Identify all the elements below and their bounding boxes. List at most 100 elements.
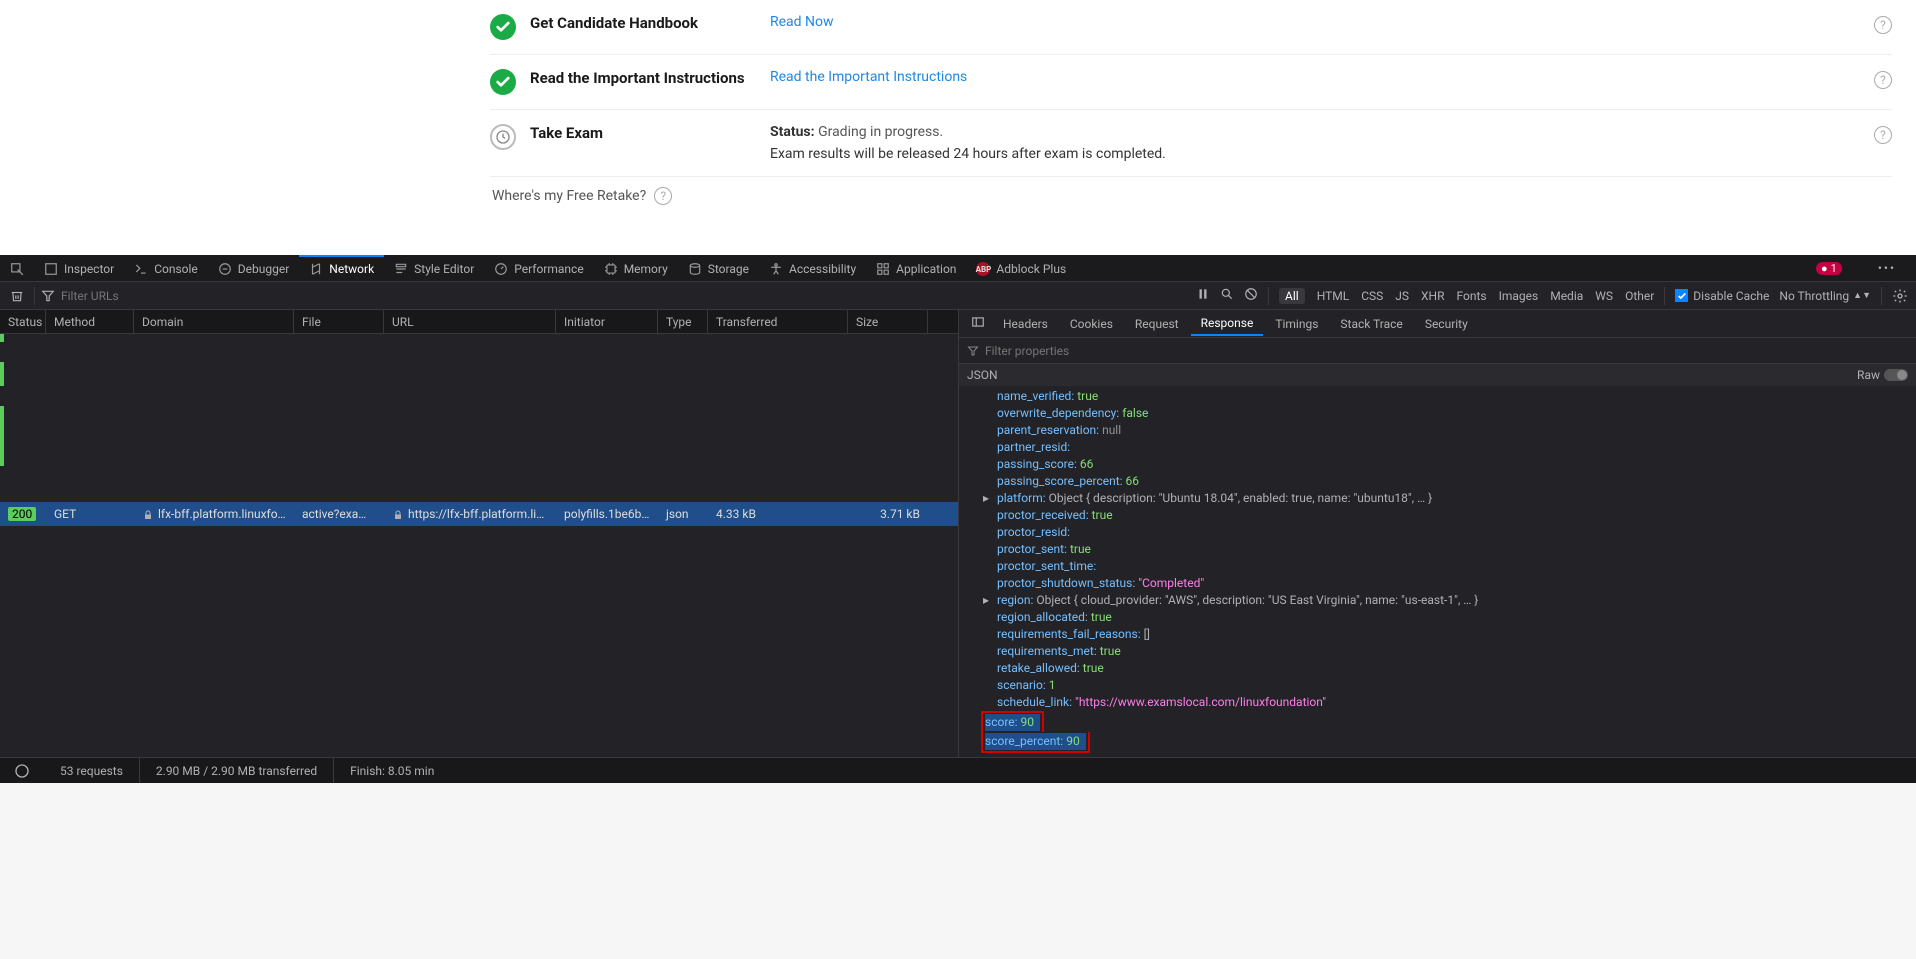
col-domain[interactable]: Domain	[134, 310, 294, 333]
filter-type-media[interactable]: Media	[1550, 289, 1583, 303]
status-value: Grading in progress.	[818, 124, 943, 140]
json-line-score_percent[interactable]: score_percent: 90	[983, 732, 1916, 753]
col-type[interactable]: Type	[658, 310, 708, 333]
col-file[interactable]: File	[294, 310, 384, 333]
tab-storage[interactable]: Storage	[678, 255, 759, 281]
tab-network[interactable]: Network	[299, 255, 384, 281]
filter-properties-input[interactable]	[985, 344, 1141, 358]
json-line-proctor_shutdown_status[interactable]: proctor_shutdown_status: "Completed"	[983, 575, 1916, 592]
block-icon[interactable]	[1244, 287, 1258, 304]
read-instructions-link[interactable]: Read the Important Instructions	[770, 69, 967, 85]
json-line-parent_reservation[interactable]: parent_reservation: null	[983, 422, 1916, 439]
tab-inspector[interactable]: Inspector	[34, 255, 124, 281]
tab-style-editor[interactable]: Style Editor	[384, 255, 484, 281]
help-icon[interactable]: ?	[654, 187, 672, 205]
resp-tab-request[interactable]: Request	[1125, 313, 1189, 335]
checklist-row-instructions: Read the Important Instructions Read the…	[490, 55, 1892, 110]
col-method[interactable]: Method	[46, 310, 134, 333]
filter-type-css[interactable]: CSS	[1361, 289, 1383, 303]
filter-type-js[interactable]: JS	[1395, 289, 1409, 303]
help-icon[interactable]: ?	[1874, 126, 1892, 144]
col-transferred[interactable]: Transferred	[708, 310, 848, 333]
gear-icon[interactable]	[1892, 288, 1908, 304]
row-title: Take Exam	[530, 124, 770, 142]
resp-tab-response[interactable]: Response	[1191, 312, 1264, 336]
request-row[interactable]: 200 GET lfx-bff.platform.linuxfoundation…	[0, 502, 958, 526]
tab-debugger[interactable]: Debugger	[208, 255, 300, 281]
json-line-passing_score[interactable]: passing_score: 66	[983, 456, 1916, 473]
status-strip	[0, 406, 4, 466]
resp-tab-timings[interactable]: Timings	[1265, 313, 1328, 335]
json-line-passing_score_percent[interactable]: passing_score_percent: 66	[983, 473, 1916, 490]
filter-type-fonts[interactable]: Fonts	[1457, 289, 1487, 303]
resp-tab-stack-trace[interactable]: Stack Trace	[1330, 313, 1412, 335]
filter-type-html[interactable]: HTML	[1317, 289, 1350, 303]
retake-link[interactable]: Where's my Free Retake? ?	[490, 177, 1892, 211]
status-strip	[0, 334, 4, 342]
search-icon[interactable]	[1220, 287, 1234, 304]
json-line-proctor_received[interactable]: proctor_received: true	[983, 507, 1916, 524]
tab-memory[interactable]: Memory	[594, 255, 678, 281]
col-status[interactable]: Status	[0, 310, 46, 333]
row-title: Read the Important Instructions	[530, 69, 770, 87]
help-icon[interactable]: ?	[1874, 16, 1892, 34]
json-line-proctor_resid[interactable]: proctor_resid:	[983, 524, 1916, 541]
filter-type-images[interactable]: Images	[1499, 289, 1539, 303]
tab-performance[interactable]: Performance	[484, 255, 593, 281]
more-icon[interactable]: •••	[1878, 261, 1896, 275]
json-line-scenario[interactable]: scenario: 1	[983, 677, 1916, 694]
throttling-select[interactable]: No Throttling ▲▼	[1779, 289, 1871, 303]
json-line-score[interactable]: score: 90	[983, 711, 1916, 732]
json-line-retake_allowed[interactable]: retake_allowed: true	[983, 660, 1916, 677]
filter-type-all[interactable]: All	[1279, 288, 1305, 304]
json-header: JSON Raw	[959, 364, 1916, 386]
tab-application[interactable]: Application	[866, 255, 966, 281]
resp-tab-security[interactable]: Security	[1415, 313, 1478, 335]
json-line-overwrite_dependency[interactable]: overwrite_dependency: false	[983, 405, 1916, 422]
row-body: Status: Grading in progress. Exam result…	[770, 124, 1166, 162]
portal-view: Get Candidate Handbook Read Now ? Read t…	[0, 0, 1916, 255]
filter-type-xhr[interactable]: XHR	[1421, 289, 1444, 303]
check-icon	[490, 69, 516, 95]
tab-accessibility[interactable]: Accessibility	[759, 255, 866, 281]
clear-icon[interactable]	[0, 289, 34, 303]
status-finish: Finish: 8.05 min	[334, 758, 450, 783]
resp-tab-headers[interactable]: Headers	[993, 313, 1058, 335]
error-badge[interactable]: ● 1	[1816, 262, 1842, 275]
json-label: JSON	[967, 368, 998, 382]
json-line-requirements_met[interactable]: requirements_met: true	[983, 643, 1916, 660]
cell-status: 200	[8, 507, 36, 521]
resp-tab-cookies[interactable]: Cookies	[1060, 313, 1123, 335]
json-line-region[interactable]: ▸region: Object { cloud_provider: "AWS",…	[983, 592, 1916, 609]
pick-element-icon[interactable]	[0, 255, 34, 281]
json-line-proctor_sent[interactable]: proctor_sent: true	[983, 541, 1916, 558]
col-size[interactable]: Size	[848, 310, 928, 333]
json-tree[interactable]: is_free_retake: falselast_update_time: "…	[959, 386, 1916, 757]
json-line-schedule_link[interactable]: schedule_link: "https://www.examslocal.c…	[983, 694, 1916, 711]
tab-adblock-plus[interactable]: ABPAdblock Plus	[966, 255, 1076, 281]
json-line-partner_resid[interactable]: partner_resid:	[983, 439, 1916, 456]
funnel-icon[interactable]	[35, 289, 61, 303]
pause-icon[interactable]	[1196, 287, 1210, 304]
json-line-region_allocated[interactable]: region_allocated: true	[983, 609, 1916, 626]
filter-properties	[959, 338, 1916, 364]
col-url[interactable]: URL	[384, 310, 556, 333]
disable-cache-checkbox[interactable]: Disable Cache	[1675, 289, 1769, 303]
json-line-requirements_fail_reasons[interactable]: requirements_fail_reasons: []	[983, 626, 1916, 643]
filter-type-other[interactable]: Other	[1625, 289, 1654, 303]
json-line-name_verified[interactable]: name_verified: true	[983, 388, 1916, 405]
cell-file: active?exam=CKA…	[294, 507, 384, 521]
filter-type-ws[interactable]: WS	[1595, 289, 1613, 303]
retake-text: Where's my Free Retake?	[492, 188, 646, 204]
filter-urls-input[interactable]	[61, 289, 241, 303]
json-line-platform[interactable]: ▸platform: Object { description: "Ubuntu…	[983, 490, 1916, 507]
toggle-panel-icon[interactable]	[965, 311, 991, 336]
json-line-proctor_sent_time[interactable]: proctor_sent_time:	[983, 558, 1916, 575]
raw-toggle[interactable]: Raw	[1857, 368, 1908, 382]
status-note: Exam results will be released 24 hours a…	[770, 146, 1166, 162]
col-initiator[interactable]: Initiator	[556, 310, 658, 333]
help-icon[interactable]: ?	[1874, 71, 1892, 89]
read-now-link[interactable]: Read Now	[770, 14, 834, 30]
tab-console[interactable]: Console	[124, 255, 208, 281]
cell-domain: lfx-bff.platform.linuxfoundation…	[134, 507, 294, 521]
